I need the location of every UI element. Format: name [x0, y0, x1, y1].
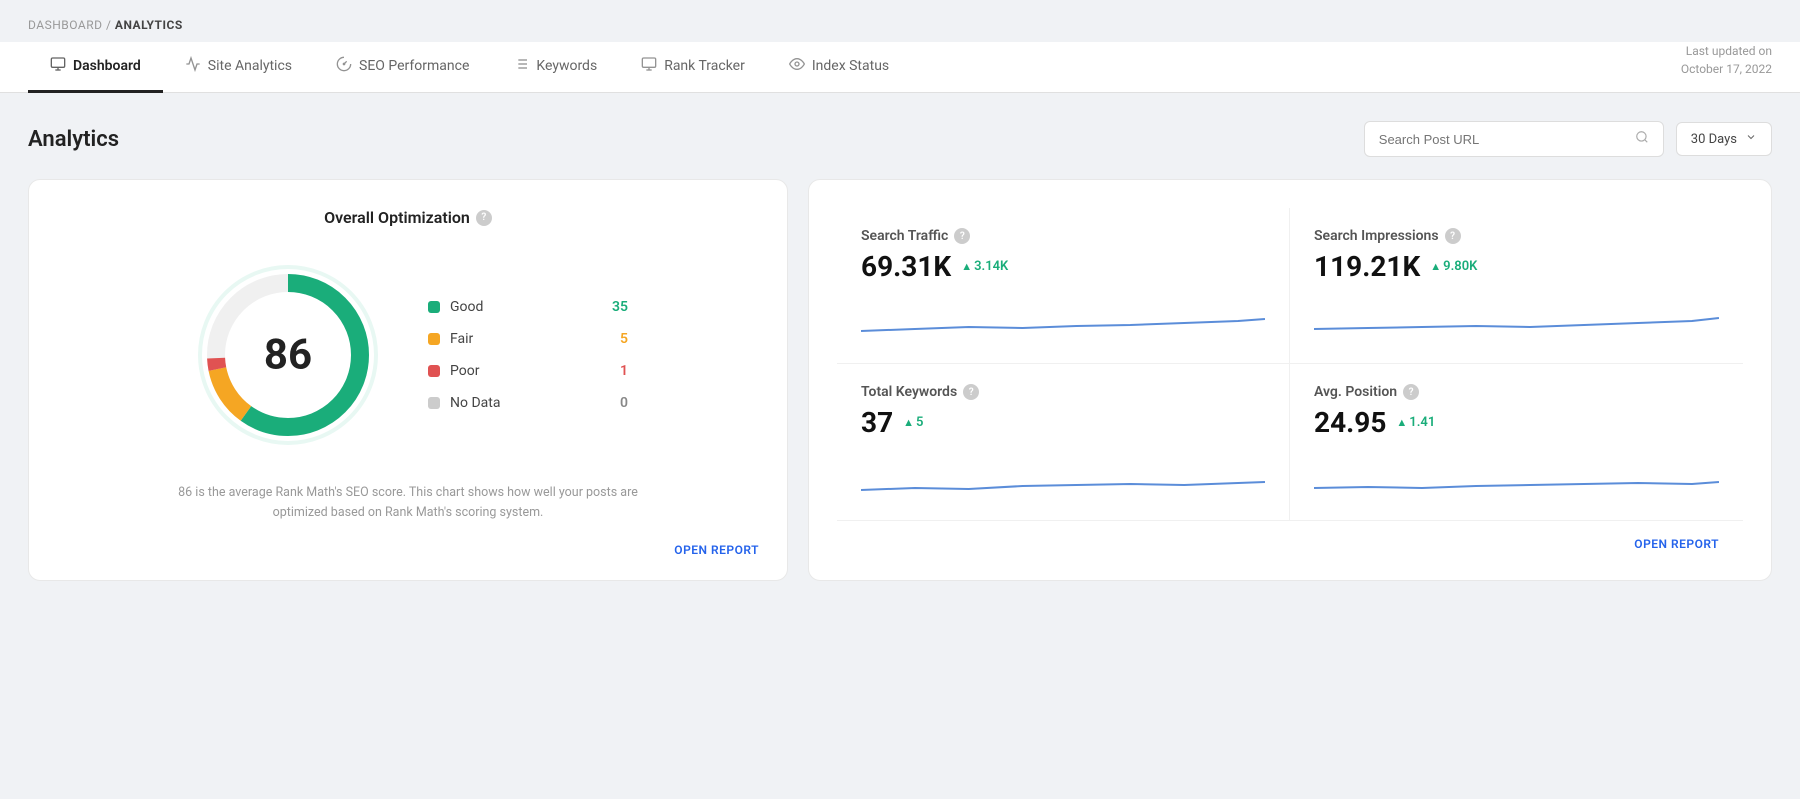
monitor-icon [50, 56, 66, 76]
tab-site-analytics[interactable]: Site Analytics [163, 42, 314, 93]
legend-fair: Fair 5 [428, 331, 628, 347]
search-impressions-delta: ▲ 9.80K [1430, 259, 1477, 274]
eye-icon [789, 56, 805, 76]
legend-nodata-value: 0 [620, 395, 628, 411]
analytics-header: Analytics 30 Days [28, 121, 1772, 157]
total-keywords-value: 37 ▲ 5 [861, 406, 1265, 439]
total-keywords-help-icon[interactable]: ? [963, 384, 979, 400]
avg-position-label: Avg. Position ? [1314, 384, 1719, 400]
avg-position-value: 24.95 ▲ 1.41 [1314, 406, 1719, 439]
tab-rank-tracker-label: Rank Tracker [664, 58, 745, 74]
metric-search-traffic: Search Traffic ? 69.31K ▲ 3.14K [837, 208, 1290, 364]
search-traffic-delta: ▲ 3.14K [961, 259, 1008, 274]
tab-dashboard[interactable]: Dashboard [28, 42, 163, 93]
search-traffic-help-icon[interactable]: ? [954, 228, 970, 244]
search-traffic-sparkline [861, 293, 1265, 343]
optimization-legend: Good 35 Fair 5 Poor 1 N [428, 299, 628, 411]
legend-poor-dot [428, 365, 440, 377]
legend-fair-value: 5 [620, 331, 628, 347]
total-keywords-label: Total Keywords ? [861, 384, 1265, 400]
search-traffic-label: Search Traffic ? [861, 228, 1265, 244]
search-impressions-label: Search Impressions ? [1314, 228, 1719, 244]
list-icon [513, 56, 529, 76]
chevron-down-icon [1745, 131, 1757, 147]
legend-poor-value: 1 [620, 363, 628, 379]
legend-nodata-label: No Data [450, 395, 580, 411]
days-dropdown[interactable]: 30 Days [1676, 122, 1772, 156]
chart-line-icon [185, 56, 201, 76]
header-controls: 30 Days [1364, 121, 1772, 157]
tab-seo-performance[interactable]: SEO Performance [314, 42, 491, 93]
search-url-input[interactable] [1379, 132, 1627, 147]
legend-poor-label: Poor [450, 363, 580, 379]
total-keywords-delta: ▲ 5 [903, 415, 923, 430]
optimization-title: Overall Optimization ? [57, 208, 759, 227]
open-report-left: OPEN REPORT [57, 539, 759, 558]
breadcrumb-base: DASHBOARD [28, 18, 102, 32]
tab-site-analytics-label: Site Analytics [208, 58, 292, 74]
tab-index-status[interactable]: Index Status [767, 42, 911, 93]
page-title: Analytics [28, 127, 119, 152]
avg-position-delta: ▲ 1.41 [1396, 415, 1435, 430]
tab-bar: Dashboard Site Analytics SEO Performance… [0, 42, 1800, 93]
optimization-card: Overall Optimization ? [28, 179, 788, 581]
gauge-icon [336, 56, 352, 76]
search-icon [1635, 130, 1649, 148]
search-impressions-help-icon[interactable]: ? [1445, 228, 1461, 244]
search-traffic-value: 69.31K ▲ 3.14K [861, 250, 1265, 283]
donut-chart: 86 [188, 255, 388, 455]
legend-good-label: Good [450, 299, 572, 315]
last-updated: Last updated on October 17, 2022 [1681, 42, 1772, 92]
metric-total-keywords: Total Keywords ? 37 ▲ 5 [837, 364, 1290, 520]
breadcrumb: DASHBOARD / ANALYTICS [0, 0, 1800, 42]
search-url-container[interactable] [1364, 121, 1664, 157]
optimization-score: 86 [264, 331, 312, 380]
cards-row: Overall Optimization ? [28, 179, 1772, 581]
open-report-right-link[interactable]: OPEN REPORT [1634, 537, 1719, 551]
legend-fair-label: Fair [450, 331, 580, 347]
optimization-help-icon[interactable]: ? [476, 210, 492, 226]
legend-good-value: 35 [612, 299, 628, 315]
tab-keywords[interactable]: Keywords [491, 42, 619, 93]
metrics-card: Search Traffic ? 69.31K ▲ 3.14K [808, 179, 1772, 581]
search-impressions-sparkline [1314, 293, 1719, 343]
avg-position-sparkline [1314, 449, 1719, 500]
monitor2-icon [641, 56, 657, 76]
legend-good-dot [428, 301, 440, 313]
legend-fair-dot [428, 333, 440, 345]
avg-position-help-icon[interactable]: ? [1403, 384, 1419, 400]
total-keywords-sparkline [861, 449, 1265, 500]
breadcrumb-separator: / [102, 18, 114, 32]
open-report-left-link[interactable]: OPEN REPORT [674, 543, 759, 557]
last-updated-label: Last updated on [1681, 42, 1772, 60]
metric-search-impressions: Search Impressions ? 119.21K ▲ 9.80K [1290, 208, 1743, 364]
tab-keywords-label: Keywords [536, 58, 597, 74]
optimization-description: 86 is the average Rank Math's SEO score.… [158, 483, 658, 523]
tab-dashboard-label: Dashboard [73, 58, 141, 74]
open-report-right: OPEN REPORT [837, 520, 1743, 558]
days-dropdown-label: 30 Days [1691, 132, 1737, 147]
tab-seo-performance-label: SEO Performance [359, 58, 469, 74]
main-content: Analytics 30 Days Overall Optimization ? [0, 93, 1800, 609]
tab-index-status-label: Index Status [812, 58, 889, 74]
metric-avg-position: Avg. Position ? 24.95 ▲ 1.41 [1290, 364, 1743, 520]
breadcrumb-current: ANALYTICS [115, 18, 183, 32]
legend-good: Good 35 [428, 299, 628, 315]
optimization-body: 86 Good 35 Fair 5 [57, 251, 759, 459]
legend-nodata-dot [428, 397, 440, 409]
legend-poor: Poor 1 [428, 363, 628, 379]
last-updated-date: October 17, 2022 [1681, 60, 1772, 78]
tab-rank-tracker[interactable]: Rank Tracker [619, 42, 767, 93]
search-impressions-value: 119.21K ▲ 9.80K [1314, 250, 1719, 283]
legend-nodata: No Data 0 [428, 395, 628, 411]
